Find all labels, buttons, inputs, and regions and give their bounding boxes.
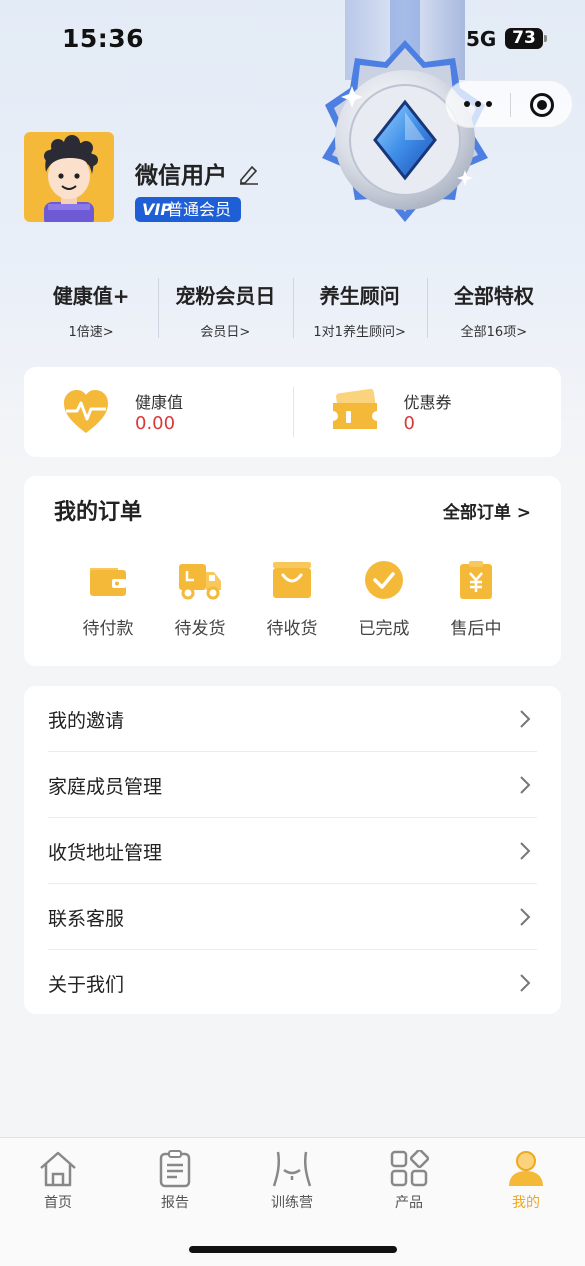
order-completed[interactable]: 已完成 xyxy=(344,560,424,639)
menu-card: 我的邀请 家庭成员管理 收货地址管理 联系客服 关于我们 xyxy=(24,686,561,1014)
order-after-sales[interactable]: 售后中 xyxy=(436,560,516,639)
miniprogram-capsule xyxy=(445,80,573,128)
privilege-title: 健康值+ xyxy=(52,284,130,308)
orders-title: 我的订单 xyxy=(54,500,143,525)
username[interactable]: 微信用户 xyxy=(135,156,227,190)
tab-label: 报告 xyxy=(161,1195,189,1211)
order-pending-receipt[interactable]: 待收货 xyxy=(252,560,332,639)
home-icon xyxy=(40,1151,76,1187)
menu-label: 收货地址管理 xyxy=(48,842,163,864)
health-value-number: 0.00 xyxy=(135,413,176,434)
coupon-label: 优惠券 xyxy=(403,393,452,412)
privilege-health-boost[interactable]: 健康值+ 1倍速> xyxy=(24,276,158,340)
receipt-yen-icon xyxy=(460,561,492,599)
chevron-right-icon xyxy=(520,908,531,926)
tab-mine[interactable]: 我的 xyxy=(486,1150,566,1212)
report-clipboard-icon xyxy=(159,1150,191,1188)
tab-label: 训练营 xyxy=(271,1195,313,1211)
wallet-icon xyxy=(90,568,126,596)
tab-training-camp[interactable]: 训练营 xyxy=(252,1150,332,1212)
order-pending-payment[interactable]: 待付款 xyxy=(68,560,148,639)
privilege-title: 养生顾问 xyxy=(319,284,400,308)
vip-logo: VIP xyxy=(142,200,173,219)
truck-icon xyxy=(179,564,221,600)
privilege-sub: 会员日> xyxy=(200,325,251,340)
privilege-sub: 全部16项> xyxy=(460,325,528,340)
edit-icon[interactable] xyxy=(237,162,261,186)
home-indicator xyxy=(189,1246,397,1253)
shopping-bag-icon xyxy=(273,562,311,598)
coupon-ticket-icon xyxy=(332,389,377,429)
tab-label: 产品 xyxy=(395,1195,423,1211)
avatar[interactable] xyxy=(24,132,114,222)
check-circle-icon xyxy=(365,561,403,599)
coupon-count: 0 xyxy=(403,413,415,434)
battery-tip xyxy=(544,35,547,42)
vip-level-label: 普通会员 xyxy=(167,200,232,219)
privilege-health-advisor[interactable]: 养生顾问 1对1养生顾问> xyxy=(292,276,427,340)
body-torso-icon xyxy=(272,1151,312,1187)
product-grid-icon xyxy=(390,1150,429,1187)
order-status-row: 待付款 待发货 待收货 已完成 售后中 xyxy=(64,560,524,640)
vip-badge[interactable]: VIP 普通会员 xyxy=(135,197,242,222)
tab-label: 首页 xyxy=(44,1195,72,1211)
privilege-member-day[interactable]: 宠粉会员日 会员日> xyxy=(158,276,292,340)
order-label: 待发货 xyxy=(174,619,226,639)
tab-products[interactable]: 产品 xyxy=(369,1150,449,1212)
privilege-title: 宠粉会员日 xyxy=(175,284,276,308)
heart-pulse-icon xyxy=(64,390,108,433)
menu-item-customer-service[interactable]: 联系客服 xyxy=(48,884,537,950)
tab-home[interactable]: 首页 xyxy=(18,1150,98,1212)
chevron-right-icon xyxy=(520,842,531,860)
privileges-row: 健康值+ 1倍速> 宠粉会员日 会员日> 养生顾问 1对1养生顾问> 全部特权 … xyxy=(24,276,561,340)
all-orders-link[interactable]: 全部订单 > xyxy=(443,498,531,523)
more-icon[interactable] xyxy=(464,91,514,117)
chevron-right-icon xyxy=(520,710,531,728)
health-value-label: 健康值 xyxy=(135,393,184,412)
tab-report[interactable]: 报告 xyxy=(135,1150,215,1212)
menu-item-about-us[interactable]: 关于我们 xyxy=(48,950,537,1016)
chevron-right-icon xyxy=(520,974,531,992)
privilege-sub: 1倍速> xyxy=(68,325,114,340)
tab-label: 我的 xyxy=(512,1195,540,1211)
menu-label: 家庭成员管理 xyxy=(48,776,163,798)
health-value-stat[interactable]: 健康值 0.00 xyxy=(24,367,293,457)
privilege-sub: 1对1养生顾问> xyxy=(313,325,406,340)
order-pending-shipment[interactable]: 待发货 xyxy=(160,560,240,639)
privilege-all[interactable]: 全部特权 全部16项> xyxy=(426,276,561,340)
capsule-divider xyxy=(510,93,511,117)
menu-label: 关于我们 xyxy=(48,974,125,996)
menu-label: 联系客服 xyxy=(48,908,125,930)
chevron-right-icon xyxy=(520,776,531,794)
coupon-stat[interactable]: 优惠券 0 xyxy=(292,367,562,457)
menu-label: 我的邀请 xyxy=(48,710,125,732)
order-label: 待付款 xyxy=(82,619,134,639)
order-label: 售后中 xyxy=(450,619,502,639)
user-profile-icon xyxy=(509,1151,543,1186)
stats-card: 健康值 0.00 优惠券 0 xyxy=(24,367,561,457)
orders-card: 我的订单 全部订单 > 待付款 待发货 待收货 已完成 售后中 xyxy=(24,476,561,666)
close-miniprogram-icon[interactable] xyxy=(530,93,554,117)
order-label: 待收货 xyxy=(266,619,318,639)
menu-item-family-members[interactable]: 家庭成员管理 xyxy=(48,752,537,818)
menu-item-invitations[interactable]: 我的邀请 xyxy=(48,686,537,752)
status-time: 15:36 xyxy=(62,24,145,53)
menu-item-addresses[interactable]: 收货地址管理 xyxy=(48,818,537,884)
privilege-title: 全部特权 xyxy=(453,284,534,308)
order-label: 已完成 xyxy=(358,619,410,639)
